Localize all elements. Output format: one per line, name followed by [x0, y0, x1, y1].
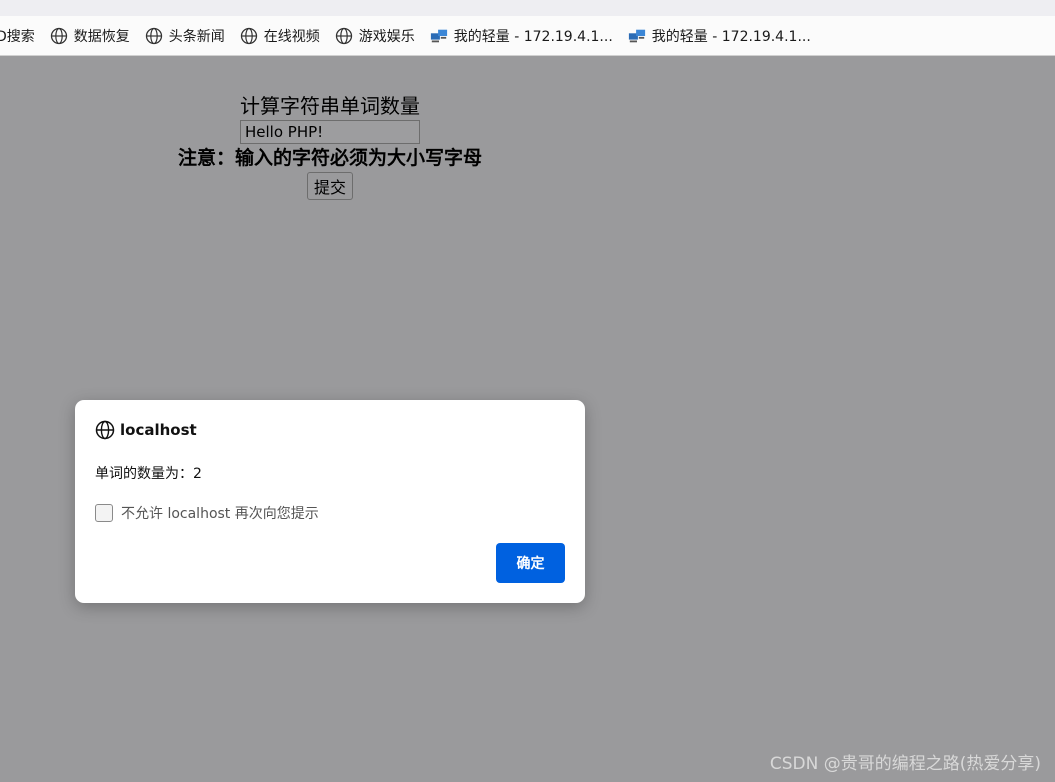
bookmark-label: 我的轻量 - 172.19.4.1...	[651, 28, 811, 45]
window-top-strip	[0, 0, 1055, 16]
input-note: 注意：输入的字符必须为大小写字母	[177, 147, 482, 169]
checkbox-label: 不允许 localhost 再次向您提示	[121, 506, 319, 522]
globe-icon	[335, 27, 353, 45]
globe-icon	[145, 27, 163, 45]
suppress-prompts-option[interactable]: 不允许 localhost 再次向您提示	[95, 503, 319, 523]
ok-button[interactable]: 确定	[496, 543, 565, 583]
bookmarks-bar: D搜索 数据恢复 头条新闻 在线视频 游戏娱乐 我的轻量 - 172.19.4.…	[0, 16, 1055, 56]
bookmark-label: 数据恢复	[73, 28, 130, 45]
bookmark-search[interactable]: D搜索	[0, 26, 35, 46]
globe-icon	[240, 27, 258, 45]
bookmark-label: D搜索	[0, 28, 35, 45]
dialog-header: localhost	[95, 420, 197, 440]
alert-dialog: localhost 单词的数量为：2 不允许 localhost 再次向您提示 …	[75, 400, 585, 603]
bookmark-headline-news[interactable]: 头条新闻	[145, 26, 225, 46]
page-content: 计算字符串单词数量 注意：输入的字符必须为大小写字母 提交 localhost …	[0, 57, 1055, 782]
globe-icon	[50, 27, 68, 45]
suppress-prompts-checkbox[interactable]	[95, 504, 113, 522]
network-icon	[430, 27, 448, 45]
bookmark-label: 我的轻量 - 172.19.4.1...	[453, 28, 613, 45]
string-input[interactable]	[240, 120, 420, 144]
submit-button[interactable]: 提交	[306, 172, 353, 200]
word-count-form: 计算字符串单词数量 注意：输入的字符必须为大小写字母 提交	[0, 93, 660, 200]
bookmark-games[interactable]: 游戏娱乐	[335, 26, 415, 46]
watermark: CSDN @贵哥的编程之路(热爱分享)	[769, 754, 1041, 774]
bookmark-online-video[interactable]: 在线视频	[240, 26, 320, 46]
dialog-message: 单词的数量为：2	[95, 466, 202, 482]
bookmark-data-recovery[interactable]: 数据恢复	[50, 26, 130, 46]
bookmark-label: 在线视频	[263, 28, 320, 45]
network-icon	[628, 27, 646, 45]
dialog-host: localhost	[120, 421, 197, 439]
bookmark-server-2[interactable]: 我的轻量 - 172.19.4.1...	[628, 26, 811, 46]
bookmark-server-1[interactable]: 我的轻量 - 172.19.4.1...	[430, 26, 613, 46]
bookmark-label: 游戏娱乐	[358, 28, 415, 45]
globe-icon	[95, 420, 115, 440]
bookmark-label: 头条新闻	[168, 28, 225, 45]
form-title: 计算字符串单词数量	[240, 94, 420, 118]
